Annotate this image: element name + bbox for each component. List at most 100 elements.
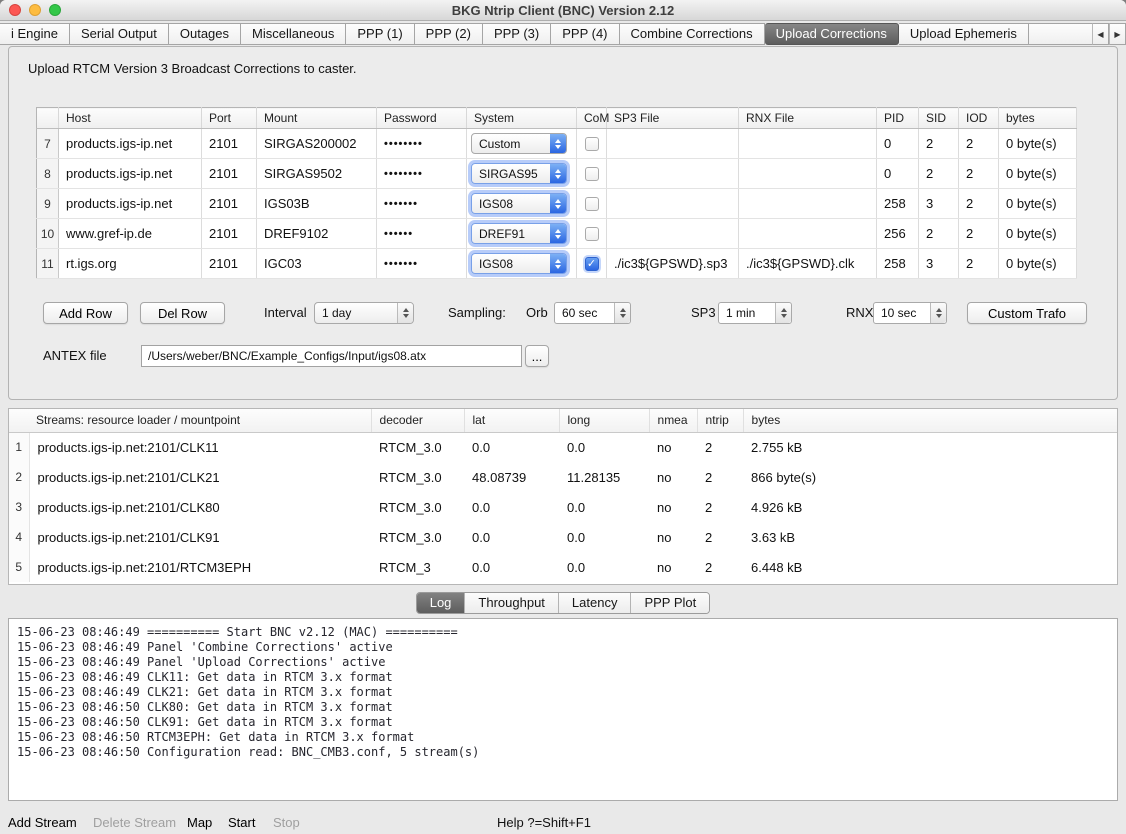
iod-cell[interactable]: 2	[959, 189, 999, 219]
pid-cell[interactable]: 258	[877, 189, 919, 219]
com-checkbox[interactable]: ✓	[585, 257, 599, 271]
password-cell[interactable]: •••••••	[377, 189, 467, 219]
minimize-button[interactable]	[29, 4, 41, 16]
tab-ppp-1[interactable]: PPP (1)	[346, 23, 414, 45]
sp3-file-cell[interactable]: ./ic3${GPSWD}.sp3	[607, 249, 739, 279]
tab-outages[interactable]: Outages	[169, 23, 241, 45]
stream-row[interactable]: 1products.igs-ip.net:2101/CLK11RTCM_3.00…	[9, 432, 1117, 462]
interval-select[interactable]: 1 day	[314, 302, 414, 324]
antex-browse-button[interactable]: ...	[525, 345, 549, 367]
rnx-file-cell[interactable]	[739, 189, 877, 219]
password-cell[interactable]: ••••••••	[377, 129, 467, 159]
zoom-button[interactable]	[49, 4, 61, 16]
stream-row[interactable]: 4products.igs-ip.net:2101/CLK91RTCM_3.00…	[9, 522, 1117, 552]
column-header-bytes[interactable]: bytes	[999, 108, 1077, 129]
stream-row[interactable]: 3products.igs-ip.net:2101/CLK80RTCM_3.00…	[9, 492, 1117, 522]
port-cell[interactable]: 2101	[202, 219, 257, 249]
port-cell[interactable]: 2101	[202, 249, 257, 279]
iod-cell[interactable]: 2	[959, 129, 999, 159]
del-row-button[interactable]: Del Row	[140, 302, 225, 324]
com-checkbox[interactable]	[585, 167, 599, 181]
rnx-file-cell[interactable]	[739, 219, 877, 249]
mount-cell[interactable]: SIRGAS200002	[257, 129, 377, 159]
sp3-file-cell[interactable]	[607, 159, 739, 189]
password-cell[interactable]: •••••••	[377, 249, 467, 279]
add-row-button[interactable]: Add Row	[43, 302, 128, 324]
tab-i-engine[interactable]: i Engine	[0, 23, 70, 45]
stream-row[interactable]: 2products.igs-ip.net:2101/CLK21RTCM_3.04…	[9, 462, 1117, 492]
host-cell[interactable]: products.igs-ip.net	[59, 159, 202, 189]
column-header-sid[interactable]: SID	[919, 108, 959, 129]
system-select[interactable]: IGS08	[471, 193, 567, 214]
map-button[interactable]: Map	[187, 815, 212, 830]
sp3-file-cell[interactable]	[607, 129, 739, 159]
mount-cell[interactable]: IGC03	[257, 249, 377, 279]
tab-upload-corrections[interactable]: Upload Corrections	[765, 23, 899, 45]
bottom-tab-log[interactable]: Log	[417, 593, 466, 613]
sid-cell[interactable]: 2	[919, 159, 959, 189]
sid-cell[interactable]: 2	[919, 219, 959, 249]
system-select[interactable]: SIRGAS95	[471, 163, 567, 184]
host-cell[interactable]: www.gref-ip.de	[59, 219, 202, 249]
com-checkbox[interactable]	[585, 137, 599, 151]
column-header-com[interactable]: CoM	[577, 108, 607, 129]
host-cell[interactable]: rt.igs.org	[59, 249, 202, 279]
column-header-host[interactable]: Host	[59, 108, 202, 129]
pid-cell[interactable]: 0	[877, 129, 919, 159]
com-checkbox[interactable]	[585, 227, 599, 241]
pid-cell[interactable]: 258	[877, 249, 919, 279]
column-header-iod[interactable]: IOD	[959, 108, 999, 129]
tab-ppp-4[interactable]: PPP (4)	[551, 23, 619, 45]
pid-cell[interactable]: 256	[877, 219, 919, 249]
column-header-password[interactable]: Password	[377, 108, 467, 129]
column-header-mount[interactable]: Mount	[257, 108, 377, 129]
column-header-pid[interactable]: PID	[877, 108, 919, 129]
tab-serial-output[interactable]: Serial Output	[70, 23, 169, 45]
sid-cell[interactable]: 3	[919, 189, 959, 219]
mount-cell[interactable]: SIRGAS9502	[257, 159, 377, 189]
stream-row[interactable]: 5products.igs-ip.net:2101/RTCM3EPHRTCM_3…	[9, 552, 1117, 582]
custom-trafo-button[interactable]: Custom Trafo	[967, 302, 1087, 324]
column-header-port[interactable]: Port	[202, 108, 257, 129]
sp3-sampling-spinner[interactable]: 1 min	[718, 302, 792, 324]
rnx-file-cell[interactable]	[739, 129, 877, 159]
sp3-file-cell[interactable]	[607, 189, 739, 219]
close-button[interactable]	[9, 4, 21, 16]
column-header-rnx-file[interactable]: RNX File	[739, 108, 877, 129]
tab-miscellaneous[interactable]: Miscellaneous	[241, 23, 346, 45]
rnx-sampling-spinner[interactable]: 10 sec	[873, 302, 947, 324]
iod-cell[interactable]: 2	[959, 159, 999, 189]
iod-cell[interactable]: 2	[959, 219, 999, 249]
port-cell[interactable]: 2101	[202, 159, 257, 189]
bottom-tab-throughput[interactable]: Throughput	[465, 593, 559, 613]
orb-sampling-spinner[interactable]: 60 sec	[554, 302, 631, 324]
tab-combine-corrections[interactable]: Combine Corrections	[620, 23, 765, 45]
iod-cell[interactable]: 2	[959, 249, 999, 279]
system-select[interactable]: DREF91	[471, 223, 567, 244]
rnx-file-cell[interactable]	[739, 159, 877, 189]
system-select[interactable]: IGS08	[471, 253, 567, 274]
sp3-file-cell[interactable]	[607, 219, 739, 249]
tab-upload-ephemeris[interactable]: Upload Ephemeris	[899, 23, 1029, 45]
tab-scroll-left-icon[interactable]: ◀	[1092, 23, 1109, 45]
port-cell[interactable]: 2101	[202, 129, 257, 159]
column-header-sp3-file[interactable]: SP3 File	[607, 108, 739, 129]
mount-cell[interactable]: DREF9102	[257, 219, 377, 249]
column-header-system[interactable]: System	[467, 108, 577, 129]
port-cell[interactable]: 2101	[202, 189, 257, 219]
com-checkbox[interactable]	[585, 197, 599, 211]
tab-ppp-2[interactable]: PPP (2)	[415, 23, 483, 45]
sid-cell[interactable]: 3	[919, 249, 959, 279]
add-stream-button[interactable]: Add Stream	[8, 815, 77, 830]
tab-scroll-right-icon[interactable]: ▶	[1109, 23, 1126, 45]
bottom-tab-ppp-plot[interactable]: PPP Plot	[631, 593, 709, 613]
sid-cell[interactable]: 2	[919, 129, 959, 159]
system-select[interactable]: Custom	[471, 133, 567, 154]
host-cell[interactable]: products.igs-ip.net	[59, 129, 202, 159]
start-button[interactable]: Start	[228, 815, 255, 830]
antex-file-input[interactable]	[141, 345, 522, 367]
mount-cell[interactable]: IGS03B	[257, 189, 377, 219]
host-cell[interactable]: products.igs-ip.net	[59, 189, 202, 219]
password-cell[interactable]: ••••••••	[377, 159, 467, 189]
tab-ppp-3[interactable]: PPP (3)	[483, 23, 551, 45]
